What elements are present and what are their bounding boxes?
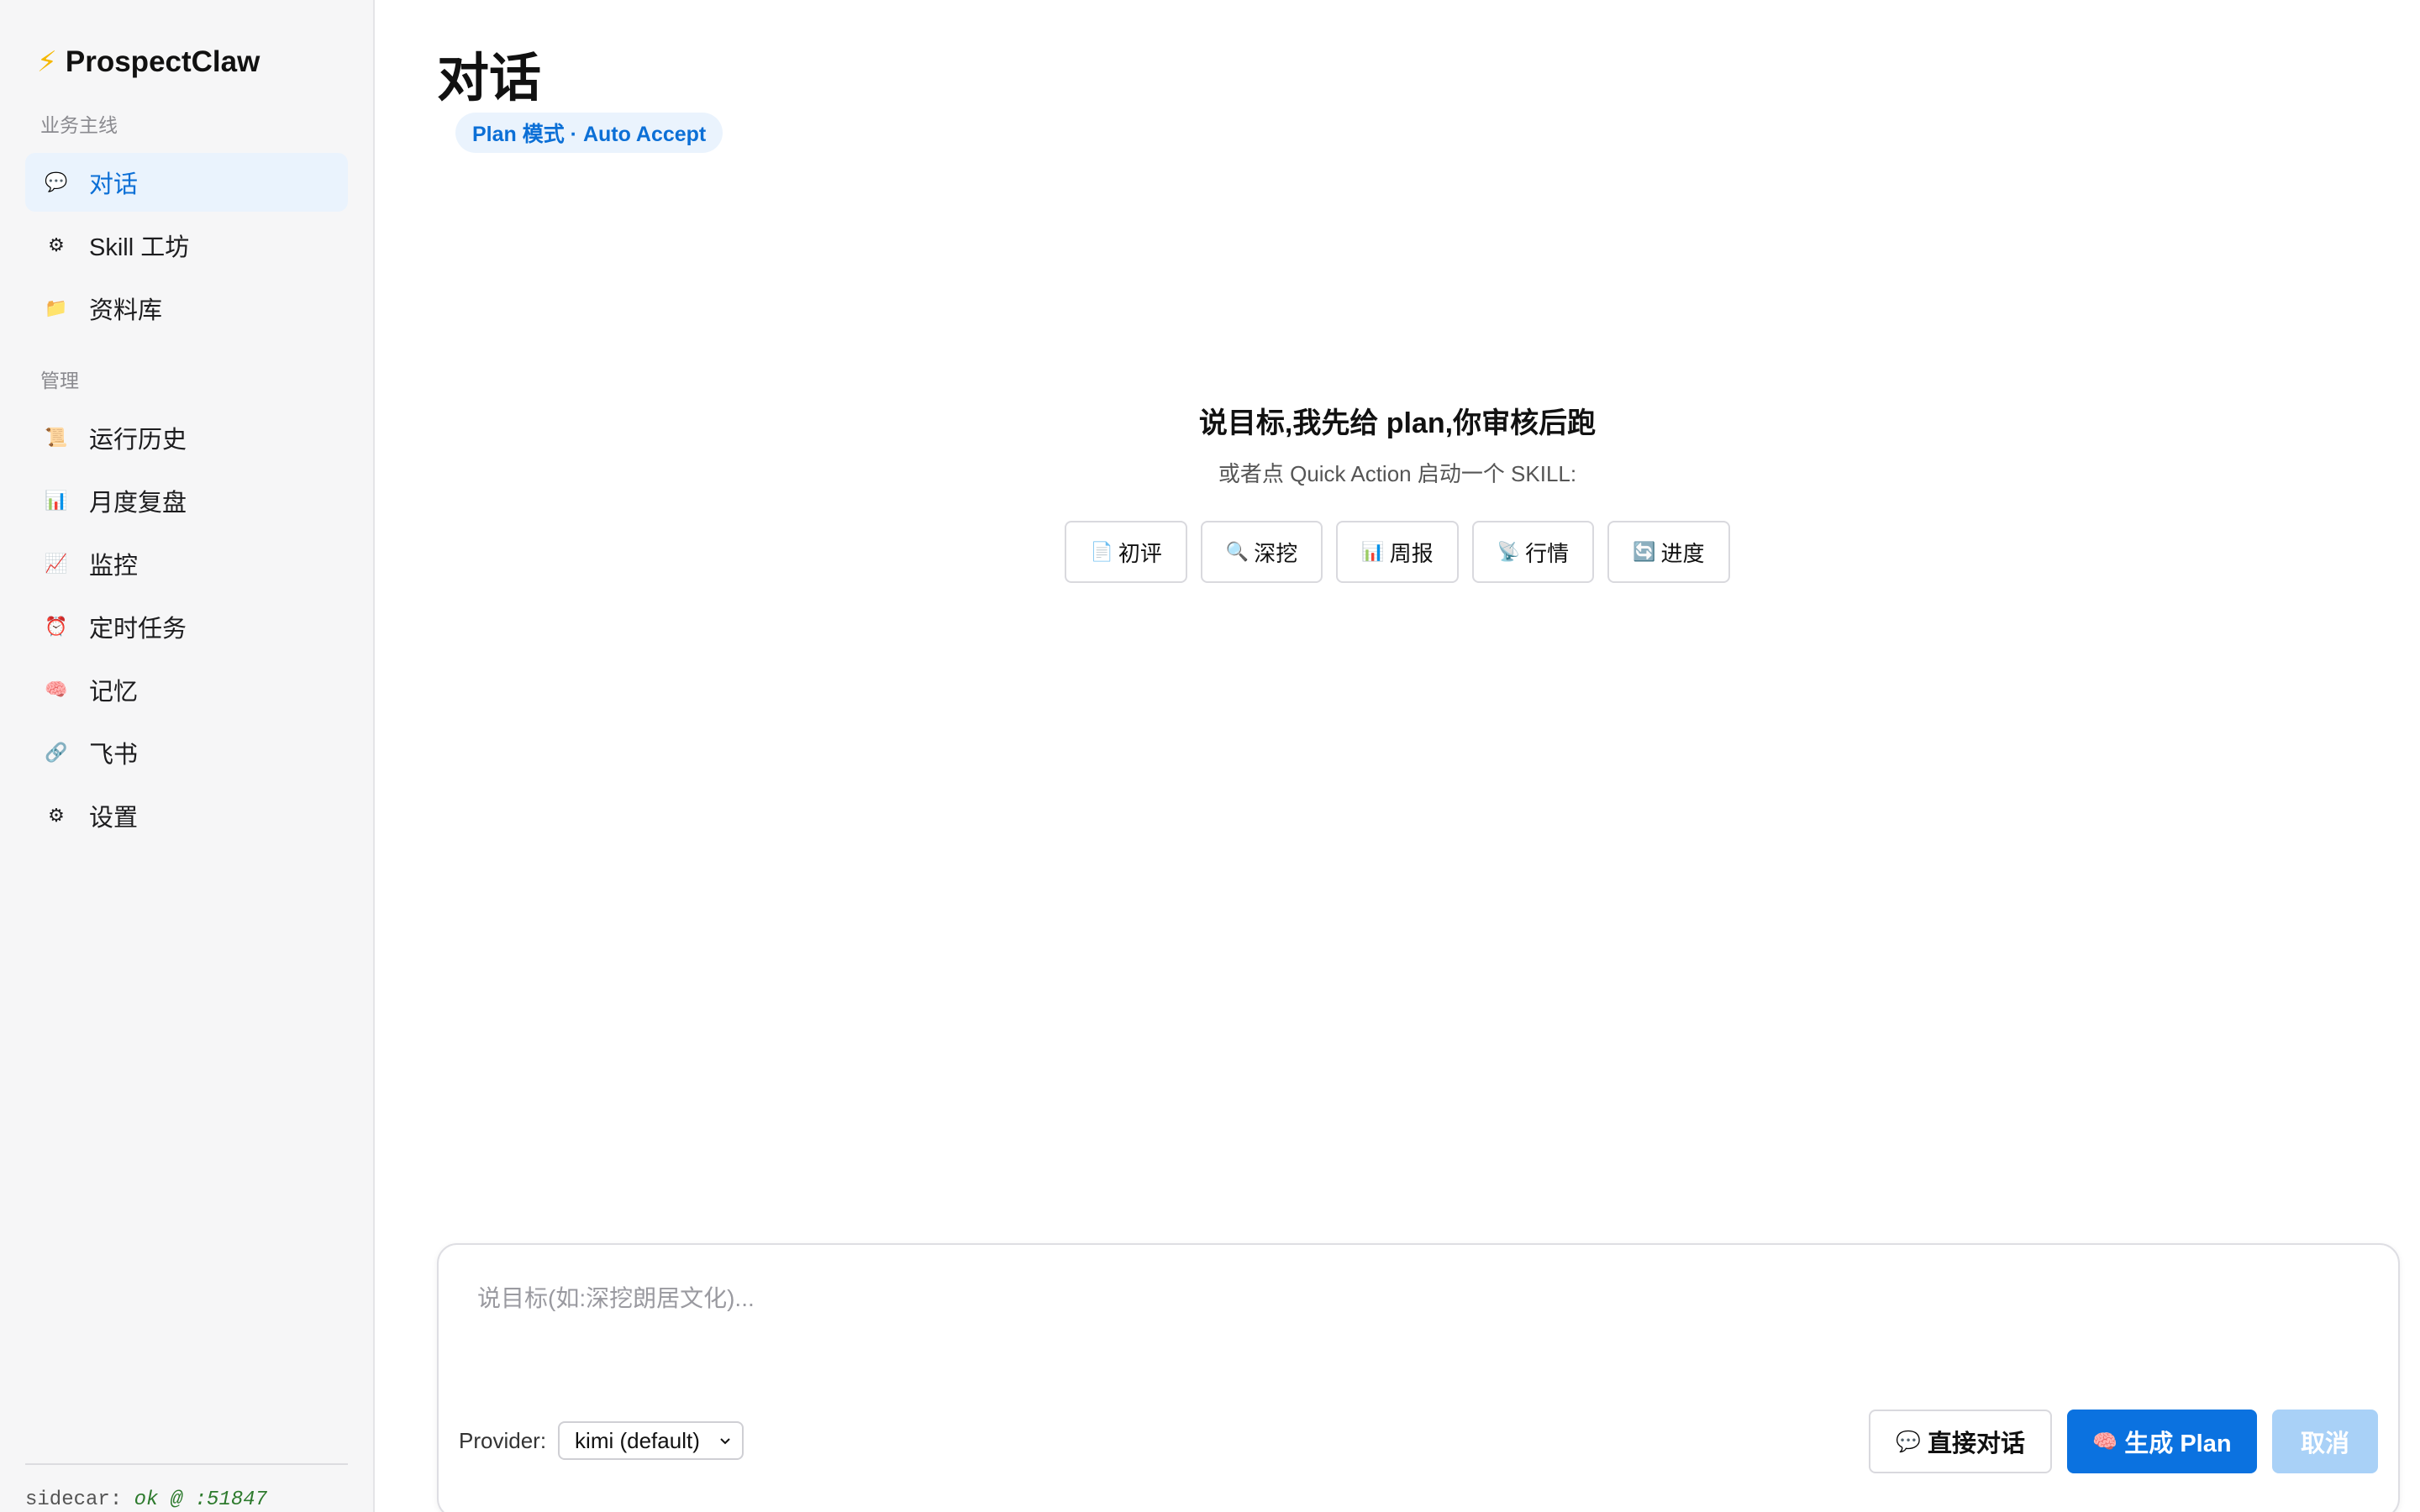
quick-actions: 📄 初评 🔍 深挖 📊 周报 📡 行情 🔄 进度 <box>375 521 2420 583</box>
sidebar-item[interactable]: 📜 运行历史 <box>25 408 348 467</box>
sidebar-item-label: 月度复盘 <box>89 490 187 517</box>
quick-action-label: 深挖 <box>1254 540 1298 566</box>
direct-chat-button[interactable]: 💬 直接对话 <box>1869 1410 2052 1473</box>
satellite-icon: 📡 <box>1497 541 1521 562</box>
sidebar-item-label: Skill 工坊 <box>89 234 190 261</box>
document-icon: 📄 <box>1090 541 1113 562</box>
empty-state-subtitle: 或者点 Quick Action 启动一个 SKILL: <box>1218 461 1577 486</box>
page-title: 对话 <box>437 50 542 108</box>
app-window: ⚡ ProspectClaw 业务主线 💬 对话 ⚙ Skill 工坊 📁 资料库 管理 … <box>0 0 2420 1512</box>
sidebar-item[interactable]: 🧠 记忆 <box>25 660 348 719</box>
sidebar-item-label: 记忆 <box>89 679 139 706</box>
section-label-admin: 管理 <box>40 370 79 391</box>
sidebar-item-label: 运行历史 <box>89 427 187 454</box>
brain-icon: 🧠 <box>45 679 68 700</box>
bar-chart-icon: 📊 <box>45 490 68 511</box>
bar-chart-icon: 📊 <box>1361 541 1385 562</box>
provider-label: Provider: <box>459 1427 547 1453</box>
provider-picker: Provider: kimi (default) <box>459 1421 744 1460</box>
quick-action-label: 进度 <box>1660 540 1705 566</box>
mode-badge[interactable]: Plan 模式 · Auto Accept <box>455 113 723 153</box>
scroll-icon: 📜 <box>45 427 68 448</box>
goal-input[interactable] <box>476 1278 2358 1413</box>
speech-bubble-icon: 💬 <box>45 171 68 192</box>
main-panel: 对话 Plan 模式 · Auto Accept 说目标,我先给 plan,你审… <box>375 0 2420 1512</box>
provider-select[interactable]: kimi (default) <box>558 1421 744 1460</box>
sidecar-status: sidecar: ok @ :51847 <box>25 1463 348 1511</box>
alarm-clock-icon: ⏰ <box>45 616 68 637</box>
generate-plan-button[interactable]: 🧠 生成 Plan <box>2067 1410 2257 1473</box>
sidebar-item[interactable]: 🔗 飞书 <box>25 723 348 782</box>
sidebar-item-label: 对话 <box>89 171 139 198</box>
link-icon: 🔗 <box>45 742 68 763</box>
quick-action-label: 行情 <box>1525 540 1570 566</box>
lightning-icon: ⚡ <box>37 46 57 78</box>
composer: Provider: kimi (default) 💬 直接对话 🧠 生成 Pla… <box>437 1243 2400 1512</box>
sidecar-status-value: ok @ :51847 <box>134 1488 268 1511</box>
sidebar-item[interactable]: 💬 对话 <box>25 153 348 212</box>
composer-actions: 💬 直接对话 🧠 生成 Plan 取消 <box>1869 1410 2378 1473</box>
direct-chat-label: 直接对话 <box>1927 1431 2025 1457</box>
brand[interactable]: ⚡ ProspectClaw <box>25 29 348 96</box>
sidebar-item[interactable]: 📈 监控 <box>25 534 348 593</box>
quick-action-button[interactable]: 📄 初评 <box>1065 521 1187 583</box>
section-label-business: 业务主线 <box>40 114 118 136</box>
provider-selected-value: kimi (default) <box>575 1427 700 1453</box>
sidebar-item-label: 飞书 <box>89 742 139 769</box>
gear-icon: ⚙ <box>48 234 65 255</box>
cancel-label: 取消 <box>2300 1431 2349 1457</box>
quick-action-button[interactable]: 🔄 进度 <box>1607 521 1730 583</box>
sidebar-item-label: 资料库 <box>89 297 163 324</box>
trend-chart-icon: 📈 <box>45 553 68 574</box>
empty-state: 说目标,我先给 plan,你审核后跑 或者点 Quick Action 启动一个… <box>375 403 2420 583</box>
refresh-icon: 🔄 <box>1633 541 1656 562</box>
quick-action-label: 初评 <box>1118 540 1162 566</box>
quick-action-button[interactable]: 📊 周报 <box>1336 521 1459 583</box>
cancel-button[interactable]: 取消 <box>2272 1410 2378 1473</box>
sidecar-label: sidecar: <box>25 1488 123 1511</box>
quick-action-button[interactable]: 📡 行情 <box>1471 521 1595 583</box>
folder-icon: 📁 <box>45 297 68 318</box>
speech-bubble-icon: 💬 <box>1896 1430 1921 1453</box>
brain-icon: 🧠 <box>2092 1430 2118 1453</box>
sidebar-item[interactable]: ⚙ Skill 工坊 <box>25 216 348 275</box>
sidebar-item-label: 设置 <box>89 805 139 832</box>
magnifier-icon: 🔍 <box>1225 541 1249 562</box>
sidebar-item[interactable]: 📁 资料库 <box>25 279 348 338</box>
sidebar-item[interactable]: 📊 月度复盘 <box>25 471 348 530</box>
sidebar-item-label: 定时任务 <box>89 616 187 643</box>
sidebar-item[interactable]: ⏰ 定时任务 <box>25 597 348 656</box>
empty-state-title: 说目标,我先给 plan,你审核后跑 <box>1198 407 1597 439</box>
quick-action-button[interactable]: 🔍 深挖 <box>1200 521 1323 583</box>
chevron-down-icon <box>720 1438 730 1445</box>
admin-nav: 📜 运行历史 📊 月度复盘 📈 监控 ⏰ 定时任务 🧠 记忆 🔗 飞书 ⚙ 设置 <box>25 408 348 845</box>
sidebar-item-label: 监控 <box>89 553 139 580</box>
generate-plan-label: 生成 Plan <box>2124 1431 2232 1457</box>
quick-action-label: 周报 <box>1389 540 1434 566</box>
sidebar-item[interactable]: ⚙ 设置 <box>25 786 348 845</box>
sidebar: ⚡ ProspectClaw 业务主线 💬 对话 ⚙ Skill 工坊 📁 资料库 管理 … <box>0 0 375 1512</box>
gear-icon: ⚙ <box>48 805 65 826</box>
business-nav: 💬 对话 ⚙ Skill 工坊 📁 资料库 <box>25 153 348 338</box>
brand-name: ProspectClaw <box>65 45 260 78</box>
